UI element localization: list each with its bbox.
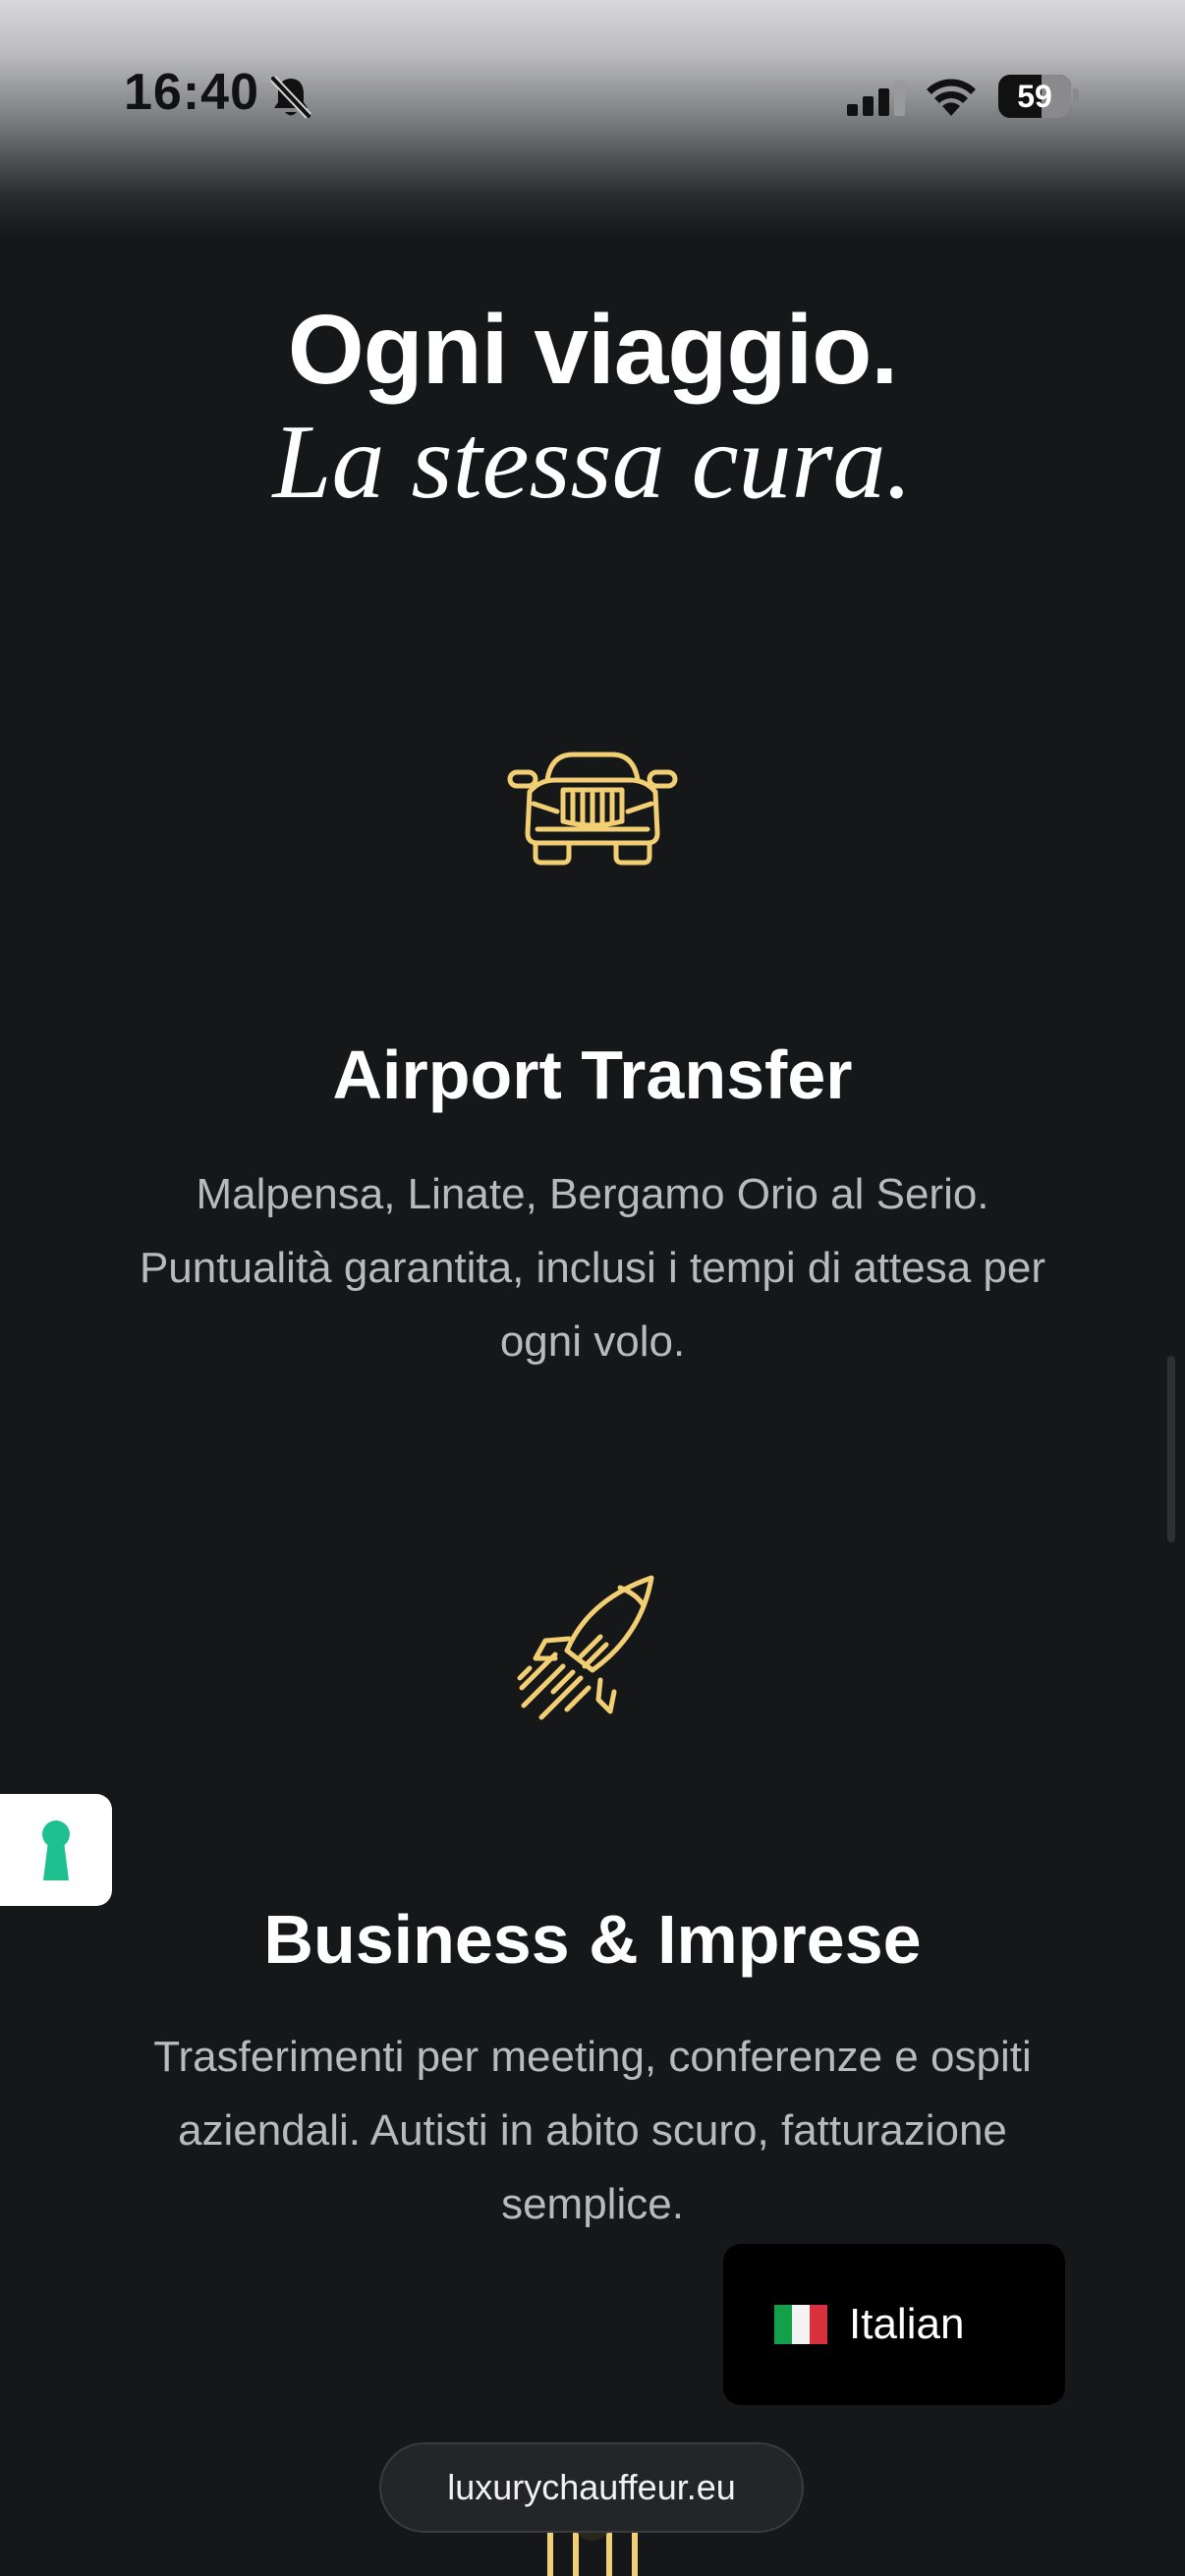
description-line: aziendali. Autisti in abito scuro, fattu… xyxy=(178,2106,1007,2155)
rocket-icon xyxy=(517,1575,654,1720)
car-icon xyxy=(507,752,678,866)
battery-level: 59 xyxy=(1017,79,1052,114)
description-line: Malpensa, Linate, Bergamo Orio al Serio. xyxy=(196,1170,989,1218)
language-switcher-button[interactable]: Italian xyxy=(723,2244,1065,2405)
description-line: ogni volo. xyxy=(499,1317,686,1366)
browser-url-bar[interactable]: luxurychauffeur.eu xyxy=(379,2442,804,2533)
keyhole-icon xyxy=(42,1820,70,1880)
service-description-business: Trasferimenti per meeting, conferenze e … xyxy=(88,2020,1097,2241)
status-time: 16:40 xyxy=(124,64,259,121)
heading-line-2: La stessa cura. xyxy=(272,404,913,521)
accessibility-side-tab[interactable] xyxy=(0,1794,112,1906)
service-description-airport-transfer: Malpensa, Linate, Bergamo Orio al Serio.… xyxy=(88,1157,1097,1378)
wifi-icon xyxy=(927,79,976,116)
description-line: Puntualità garantita, inclusi i tempi di… xyxy=(139,1244,1046,1292)
language-label: Italian xyxy=(849,2300,965,2348)
status-bar: 16:40 59 xyxy=(0,0,1185,196)
italy-flag-icon xyxy=(774,2305,827,2344)
description-line: semplice. xyxy=(501,2180,684,2228)
heading-line-1: Ogni viaggio. xyxy=(287,295,898,405)
service-title-business: Business & Imprese xyxy=(263,1901,922,1978)
description-line: Trasferimenti per meeting, conferenze e … xyxy=(153,2033,1032,2081)
battery-icon: 59 xyxy=(998,75,1079,118)
section-heading: Ogni viaggio. La stessa cura. xyxy=(0,291,1185,517)
scroll-indicator[interactable] xyxy=(1167,1356,1175,1542)
bell-off-icon xyxy=(270,76,311,119)
service-title-airport-transfer: Airport Transfer xyxy=(332,1036,853,1113)
signal-icon xyxy=(847,81,905,116)
